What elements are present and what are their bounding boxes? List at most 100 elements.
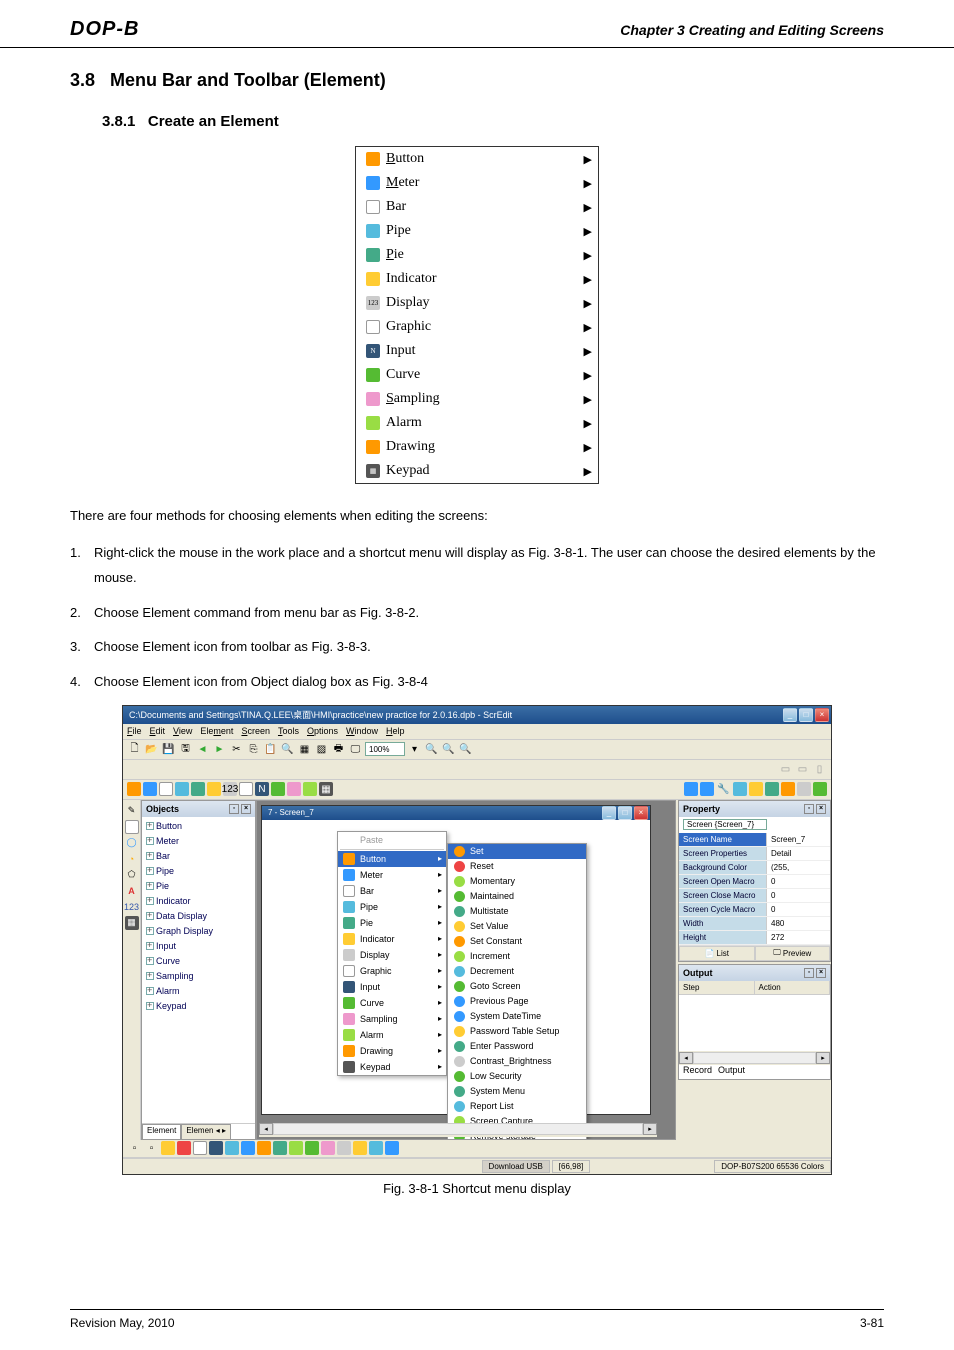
ctx-item-pie[interactable]: Pie▸ bbox=[338, 915, 446, 931]
find-icon[interactable]: 🔍 bbox=[280, 742, 295, 757]
panel-pin-icon[interactable]: ▫ bbox=[229, 804, 239, 814]
menu-element[interactable]: Element bbox=[200, 726, 233, 736]
tool-icon[interactable] bbox=[749, 782, 763, 796]
tab-record[interactable]: Record bbox=[683, 1065, 712, 1079]
curve-icon[interactable] bbox=[271, 782, 285, 796]
new-file-icon[interactable]: 🗋 bbox=[127, 742, 142, 757]
output-scrollbar[interactable]: ◂ ▸ bbox=[679, 1051, 830, 1065]
ctx-item-button[interactable]: Button▸ bbox=[338, 851, 446, 867]
align-icon[interactable]: ▯ bbox=[812, 762, 827, 777]
ungroup-icon[interactable]: ▨ bbox=[314, 742, 329, 757]
sub-item[interactable]: Set Value bbox=[448, 919, 586, 934]
element-menu-item[interactable]: Sampling▶ bbox=[356, 387, 598, 411]
tab-element[interactable]: Element bbox=[142, 1124, 181, 1139]
pie-icon[interactable] bbox=[191, 782, 205, 796]
tool-icon[interactable] bbox=[684, 782, 698, 796]
menu-view[interactable]: View bbox=[173, 726, 192, 736]
workspace[interactable]: 7 - Screen_7 _ □ × Paste Button▸Meter▸Ba… bbox=[256, 800, 676, 1140]
zoom-out-icon[interactable]: 🔍 bbox=[441, 742, 456, 757]
bt-icon[interactable]: ▫ bbox=[144, 1141, 159, 1156]
objects-item[interactable]: Pipe bbox=[146, 864, 255, 879]
open-file-icon[interactable]: 📂 bbox=[144, 742, 159, 757]
poly-icon[interactable]: ◔ bbox=[125, 852, 139, 866]
element-menu-item[interactable]: ▦Keypad▶ bbox=[356, 459, 598, 483]
screen-icon[interactable]: 🖵 bbox=[348, 742, 363, 757]
paste-icon[interactable]: 📋 bbox=[263, 742, 278, 757]
cut-icon[interactable]: ✂ bbox=[229, 742, 244, 757]
sub-item[interactable]: Maintained bbox=[448, 889, 586, 904]
property-row[interactable]: Screen PropertiesDetail bbox=[679, 847, 830, 861]
property-row[interactable]: Screen NameScreen_7 bbox=[679, 833, 830, 847]
panel-close-icon[interactable]: × bbox=[241, 804, 251, 814]
pipe-icon[interactable] bbox=[175, 782, 189, 796]
element-menu-item[interactable]: Drawing▶ bbox=[356, 435, 598, 459]
bt-icon[interactable] bbox=[241, 1141, 255, 1155]
button-icon[interactable] bbox=[127, 782, 141, 796]
ctx-item-pipe[interactable]: Pipe▸ bbox=[338, 899, 446, 915]
display-icon[interactable]: 123 bbox=[223, 782, 237, 796]
fwd-icon[interactable]: ► bbox=[212, 742, 227, 757]
text-icon[interactable]: A bbox=[125, 884, 139, 898]
sub-item[interactable]: Previous Page bbox=[448, 994, 586, 1009]
horizontal-scrollbar[interactable]: ◂ ▸ bbox=[259, 1123, 657, 1137]
property-row[interactable]: Screen Open Macro0 bbox=[679, 875, 830, 889]
scroll-left-button[interactable]: ◂ bbox=[259, 1123, 273, 1135]
objects-item[interactable]: Meter bbox=[146, 834, 255, 849]
close-button[interactable]: × bbox=[815, 708, 829, 722]
ctx-item-keypad[interactable]: Keypad▸ bbox=[338, 1059, 446, 1075]
sub-item[interactable]: Multistate bbox=[448, 904, 586, 919]
objects-item[interactable]: Input bbox=[146, 939, 255, 954]
bt-icon[interactable] bbox=[353, 1141, 367, 1155]
panel-close-icon[interactable]: × bbox=[816, 968, 826, 978]
bt-icon[interactable] bbox=[177, 1141, 191, 1155]
align-icon[interactable]: ▭ bbox=[795, 762, 810, 777]
ctx-item-sampling[interactable]: Sampling▸ bbox=[338, 1011, 446, 1027]
tab-list[interactable]: 📄 List bbox=[679, 946, 755, 961]
ctx-item-bar[interactable]: Bar▸ bbox=[338, 883, 446, 899]
tab-element2[interactable]: Elemen ◂ ▸ bbox=[181, 1124, 231, 1139]
tool-icon[interactable] bbox=[781, 782, 795, 796]
pencil-icon[interactable]: ✎ bbox=[125, 804, 139, 818]
bt-icon[interactable] bbox=[225, 1141, 239, 1155]
sub-item[interactable]: Momentary bbox=[448, 874, 586, 889]
objects-item[interactable]: Curve bbox=[146, 954, 255, 969]
tool-icon[interactable]: 🔧 bbox=[716, 782, 731, 797]
sub-item[interactable]: Increment bbox=[448, 949, 586, 964]
ctx-item-curve[interactable]: Curve▸ bbox=[338, 995, 446, 1011]
menu-screen[interactable]: Screen bbox=[241, 726, 270, 736]
objects-item[interactable]: Alarm bbox=[146, 984, 255, 999]
property-row[interactable]: Screen Close Macro0 bbox=[679, 889, 830, 903]
sub-item[interactable]: Set Constant bbox=[448, 934, 586, 949]
sub-item[interactable]: Set bbox=[448, 844, 586, 859]
bt-icon[interactable] bbox=[305, 1141, 319, 1155]
menu-tools[interactable]: Tools bbox=[278, 726, 299, 736]
sub-item[interactable]: Goto Screen bbox=[448, 979, 586, 994]
ctx-item-graphic[interactable]: Graphic▸ bbox=[338, 963, 446, 979]
property-row[interactable]: Width480 bbox=[679, 917, 830, 931]
element-menu-item[interactable]: NInput▶ bbox=[356, 339, 598, 363]
circle-icon[interactable]: ◯ bbox=[125, 836, 139, 850]
objects-item[interactable]: Indicator bbox=[146, 894, 255, 909]
print-icon[interactable]: 🖶 bbox=[331, 742, 346, 757]
bt-icon[interactable] bbox=[321, 1141, 335, 1155]
bt-icon[interactable] bbox=[193, 1141, 207, 1155]
ctx-item-alarm[interactable]: Alarm▸ bbox=[338, 1027, 446, 1043]
element-menu-item[interactable]: Meter▶ bbox=[356, 171, 598, 195]
objects-item[interactable]: Sampling bbox=[146, 969, 255, 984]
zoom-fit-icon[interactable]: 🔍 bbox=[458, 742, 473, 757]
grid-icon[interactable]: ▦ bbox=[125, 916, 139, 930]
group-icon[interactable]: ▦ bbox=[297, 742, 312, 757]
back-icon[interactable]: ◄ bbox=[195, 742, 210, 757]
ctx-item-input[interactable]: Input▸ bbox=[338, 979, 446, 995]
sub-item[interactable]: System DateTime bbox=[448, 1009, 586, 1024]
ctx-item-drawing[interactable]: Drawing▸ bbox=[338, 1043, 446, 1059]
tool-icon[interactable] bbox=[733, 782, 747, 796]
sub-item[interactable]: Low Security bbox=[448, 1069, 586, 1084]
property-row[interactable]: Background Color(255, bbox=[679, 861, 830, 875]
property-row[interactable]: Screen Cycle Macro0 bbox=[679, 903, 830, 917]
element-menu-item[interactable]: Pie▶ bbox=[356, 243, 598, 267]
scroll-left-button[interactable]: ◂ bbox=[679, 1052, 693, 1064]
bt-icon[interactable] bbox=[385, 1141, 399, 1155]
menu-options[interactable]: Options bbox=[307, 726, 338, 736]
save-all-icon[interactable]: 🖫 bbox=[178, 742, 193, 757]
